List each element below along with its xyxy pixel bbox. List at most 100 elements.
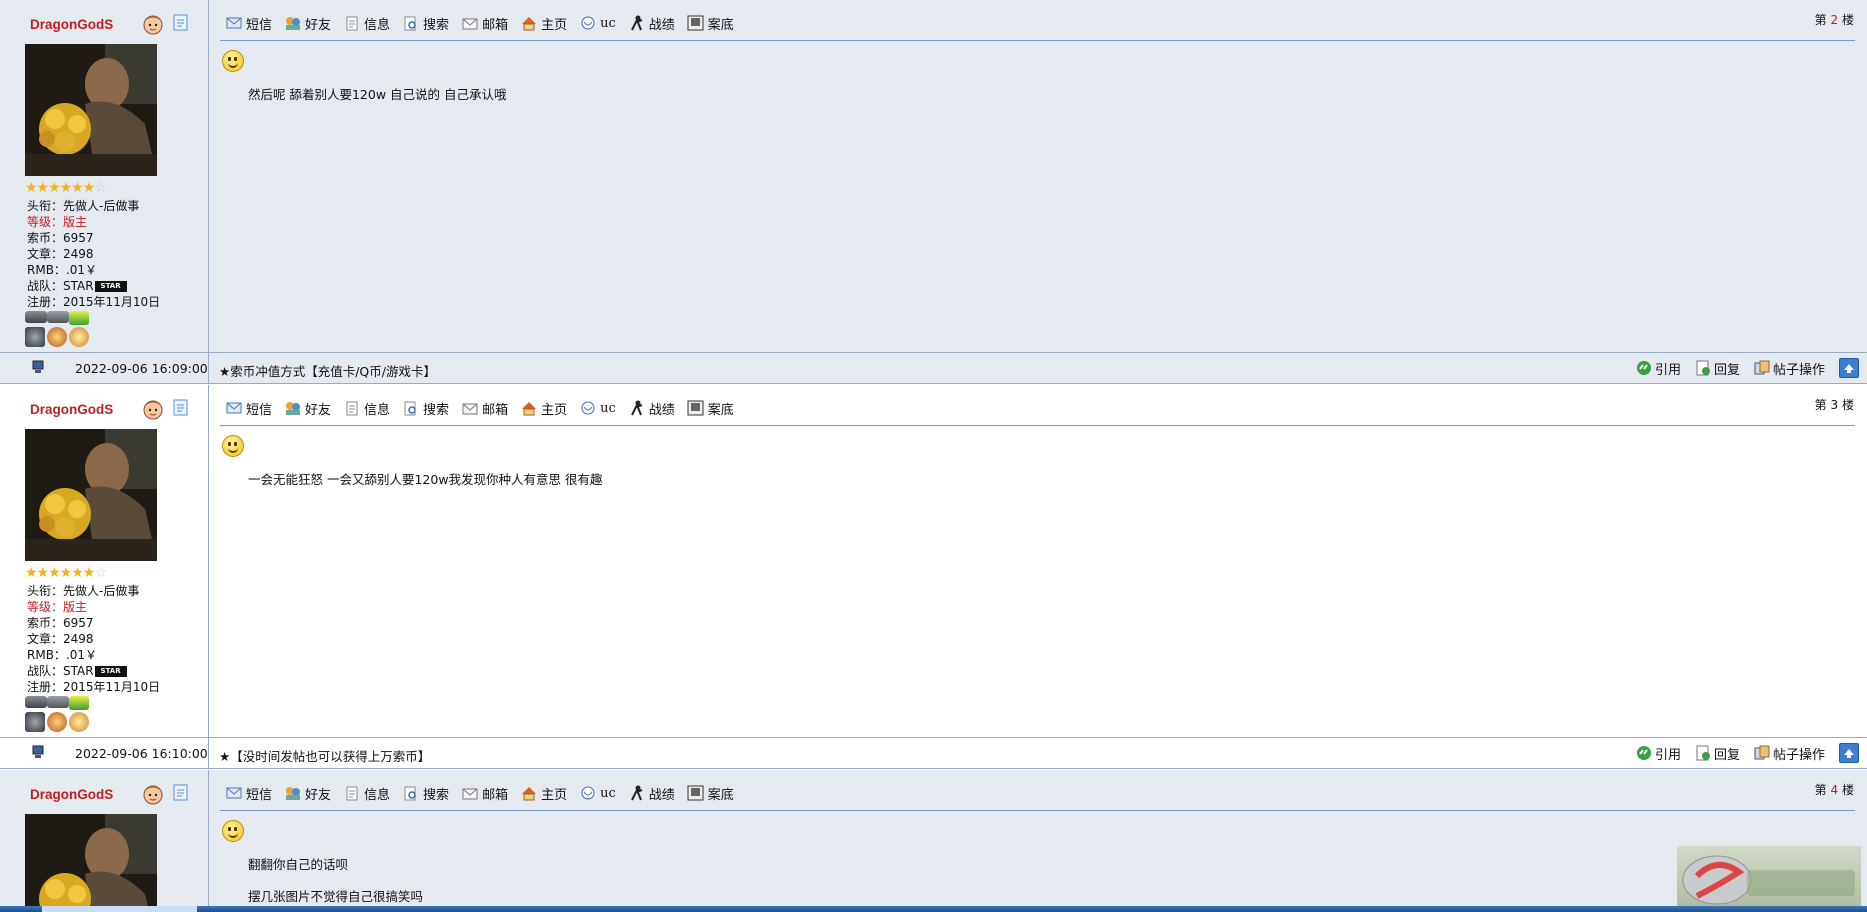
post-body: 短信 好友 信息 搜索 邮箱 主页 uc 战绩 案底 第 3 楼 一会无能狂怒 …: [209, 385, 1867, 737]
quote-button[interactable]: 引用: [1636, 359, 1681, 378]
record-button[interactable]: 战绩: [628, 784, 675, 803]
computer-icon[interactable]: [31, 745, 45, 759]
team-badge-icon: STAR: [94, 281, 127, 292]
user-panel: DragonGodS ★★★★★★☆ 头衔：先做人-后做事 等级：版主 索币：6…: [0, 0, 209, 352]
notice-link[interactable]: ★索币冲值方式【充值卡/Q币/游戏卡】: [219, 361, 436, 380]
reply-icon: [1696, 360, 1710, 376]
uc-button[interactable]: uc: [579, 400, 616, 416]
rating-stars: ★★★★★★☆: [25, 565, 107, 581]
username-link[interactable]: DragonGodS: [30, 402, 113, 417]
record-button[interactable]: 战绩: [628, 14, 675, 33]
computer-icon[interactable]: [31, 360, 45, 374]
uc-icon: [579, 15, 597, 31]
user-avatar[interactable]: [25, 429, 157, 561]
smiley-emote-icon: [222, 820, 244, 842]
site-watermark-logo: [1677, 846, 1861, 908]
sms-button[interactable]: 短信: [225, 14, 272, 33]
medal-icon: [25, 712, 45, 732]
post-content: 一会无能狂怒 一会又舔别人要120w我发现你种人有意思 很有趣: [248, 472, 603, 487]
rating-stars: ★★★★★★☆: [25, 180, 107, 196]
info-doc-icon: [343, 400, 361, 416]
mail-button[interactable]: 邮箱: [461, 399, 508, 418]
user-face-icon[interactable]: [140, 13, 166, 35]
friend-button[interactable]: 好友: [284, 399, 331, 418]
medal-icon: [47, 696, 69, 708]
uc-button[interactable]: uc: [579, 15, 616, 31]
smiley-emote-icon: [222, 50, 244, 72]
friend-button[interactable]: 好友: [284, 784, 331, 803]
reply-button[interactable]: 回复: [1695, 744, 1740, 763]
info-button[interactable]: 信息: [343, 14, 390, 33]
back-to-top-button[interactable]: [1839, 358, 1859, 378]
username-link[interactable]: DragonGodS: [30, 17, 113, 32]
mail-icon: [461, 400, 479, 416]
username-link[interactable]: DragonGodS: [30, 787, 113, 802]
sms-button[interactable]: 短信: [225, 399, 272, 418]
sms-button[interactable]: 短信: [225, 784, 272, 803]
sms-icon: [225, 15, 243, 31]
medal-icon: [25, 327, 45, 347]
user-avatar[interactable]: [25, 44, 157, 176]
home-button[interactable]: 主页: [520, 784, 567, 803]
notice-link[interactable]: ★【没时间发帖也可以获得上万索币】: [219, 746, 430, 765]
case-button[interactable]: 案底: [687, 399, 734, 418]
search-icon: [402, 400, 420, 416]
post-content: 然后呢 舔着别人要120w 自己说的 自己承认哦: [248, 87, 507, 102]
user-avatar[interactable]: [25, 814, 157, 906]
record-button[interactable]: 战绩: [628, 399, 675, 418]
user-toolbar: 短信 好友 信息 搜索 邮箱 主页 uc 战绩 案底: [225, 12, 746, 34]
smiley-emote-icon: [222, 435, 244, 457]
info-button[interactable]: 信息: [343, 784, 390, 803]
friends-icon: [284, 785, 302, 801]
reply-button[interactable]: 回复: [1695, 359, 1740, 378]
post-actions: 引用 回复 帖子操作: [1622, 743, 1859, 763]
back-to-top-button[interactable]: [1839, 743, 1859, 763]
medal-icon: [47, 311, 69, 323]
case-button[interactable]: 案底: [687, 784, 734, 803]
manage-icon: [1754, 745, 1770, 760]
arrow-up-icon: [1844, 364, 1854, 373]
taskbar-button[interactable]: [42, 906, 197, 912]
case-button[interactable]: 案底: [687, 14, 734, 33]
mail-button[interactable]: 邮箱: [461, 784, 508, 803]
floor-number: 第 4 楼: [1814, 783, 1854, 797]
search-button[interactable]: 搜索: [402, 399, 449, 418]
sms-icon: [225, 785, 243, 801]
post-manage-button[interactable]: 帖子操作: [1754, 744, 1825, 763]
post-footer: 2022-09-06 16:09:00 ★索币冲值方式【充值卡/Q币/游戏卡】 …: [0, 352, 1867, 384]
profile-doc-icon[interactable]: [173, 784, 188, 801]
floor-number: 第 2 楼: [1814, 13, 1854, 27]
home-button[interactable]: 主页: [520, 399, 567, 418]
floor-number: 第 3 楼: [1814, 398, 1854, 412]
post-body: 短信 好友 信息 搜索 邮箱 主页 uc 战绩 案底 第 2 楼 然后呢 舔着别…: [209, 0, 1867, 352]
post-content: 摆几张图片不觉得自己很搞笑吗: [248, 889, 424, 904]
home-button[interactable]: 主页: [520, 14, 567, 33]
info-doc-icon: [343, 15, 361, 31]
search-button[interactable]: 搜索: [402, 784, 449, 803]
manage-icon: [1754, 360, 1770, 375]
user-face-icon[interactable]: [140, 398, 166, 420]
quote-button[interactable]: 引用: [1636, 744, 1681, 763]
post-floor-3: DragonGodS ★★★★★★☆ 头衔：先做人-后做事 等级：版主 索币：6…: [0, 385, 1867, 737]
uc-button[interactable]: uc: [579, 785, 616, 801]
post-manage-button[interactable]: 帖子操作: [1754, 359, 1825, 378]
profile-doc-icon[interactable]: [173, 14, 188, 31]
profile-doc-icon[interactable]: [173, 399, 188, 416]
info-button[interactable]: 信息: [343, 399, 390, 418]
footer-divider: [208, 738, 209, 768]
mail-icon: [461, 15, 479, 31]
case-file-icon: [687, 400, 705, 416]
user-stats: 头衔：先做人-后做事 等级：版主 索币：6957 文章：2498 RMB：.01…: [27, 199, 161, 309]
mail-button[interactable]: 邮箱: [461, 14, 508, 33]
home-icon: [520, 785, 538, 801]
uc-icon: [579, 400, 597, 416]
friend-button[interactable]: 好友: [284, 14, 331, 33]
quote-icon: [1636, 361, 1651, 375]
search-button[interactable]: 搜索: [402, 14, 449, 33]
friends-icon: [284, 15, 302, 31]
soldier-icon: [628, 15, 646, 31]
medal-icon: [47, 327, 67, 347]
user-panel: DragonGodS ★★★★★★☆ 头衔：先做人-后做事 等级：版主 索币：6…: [0, 385, 209, 737]
user-face-icon[interactable]: [140, 783, 166, 805]
quote-icon: [1636, 746, 1651, 760]
